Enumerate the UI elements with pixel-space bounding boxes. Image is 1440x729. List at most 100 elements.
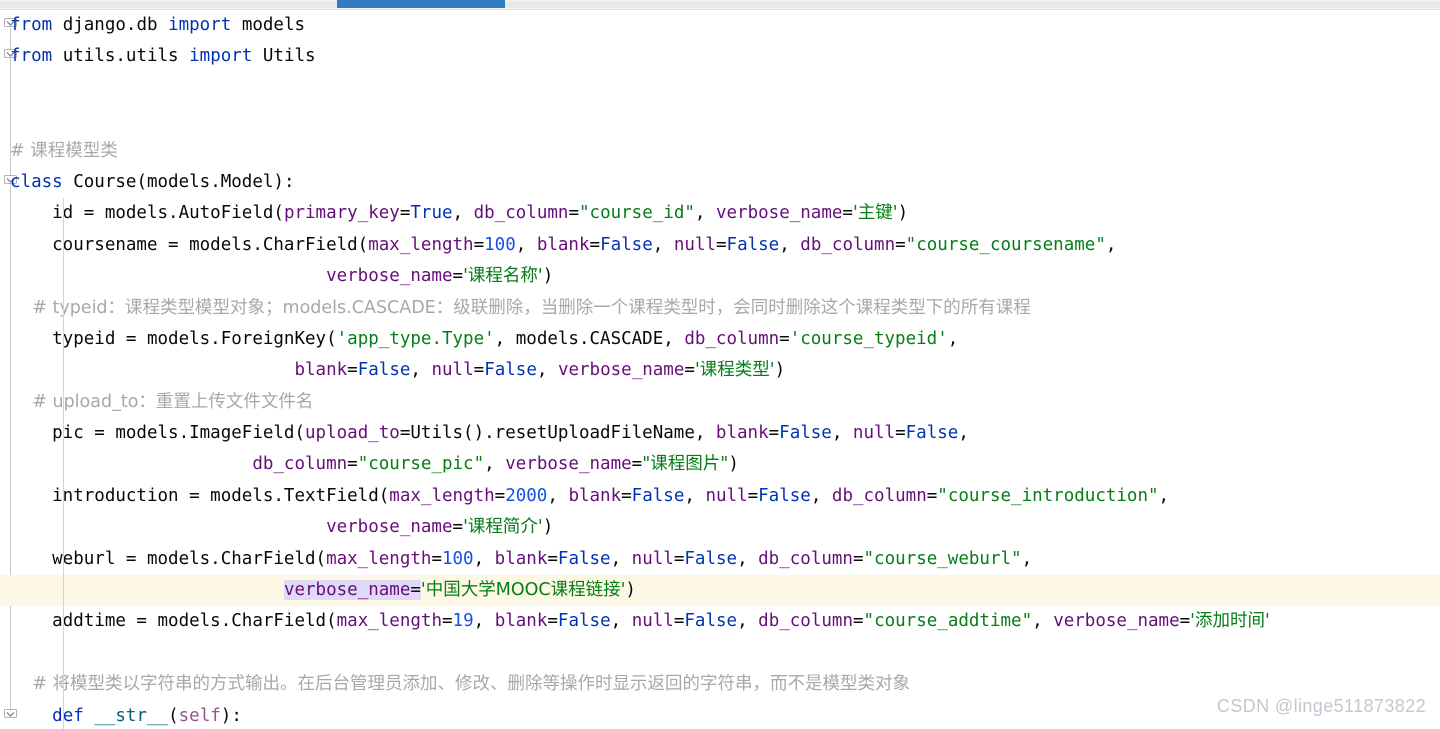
code-token: class	[10, 171, 63, 192]
code-line[interactable]: typeid = models.ForeignKey('app_type.Typ…	[0, 323, 1440, 356]
code-token: =	[926, 485, 938, 506]
indent-guide	[63, 606, 64, 638]
code-token: db_column	[252, 454, 348, 475]
code-token: 2000	[505, 485, 548, 506]
code-line[interactable]	[0, 104, 1440, 135]
code-token: False	[779, 423, 832, 444]
code-token: False	[600, 234, 653, 255]
code-token: False	[631, 485, 685, 506]
code-token: "课程图片"	[642, 454, 729, 475]
indent-guide	[63, 575, 64, 607]
code-line[interactable]: # 课程模型类	[0, 136, 1440, 167]
code-token: '课程简介'	[463, 517, 543, 538]
code-token: addtime = models.CharField(	[10, 611, 337, 632]
code-token: =	[852, 548, 864, 569]
indent-guide	[63, 637, 64, 670]
code-token: ,	[536, 360, 558, 381]
code-token: pic = models.ImageField(	[10, 423, 306, 444]
code-line[interactable]	[0, 73, 1440, 104]
code-token: ,	[1032, 611, 1054, 632]
code-line[interactable]: verbose_name='课程简介')	[0, 512, 1440, 544]
scrollbar-thumb[interactable]	[337, 0, 505, 8]
code-token: verbose_name	[1053, 611, 1180, 632]
code-line[interactable]: # upload_to：重置上传文件文件名	[0, 386, 1440, 419]
code-token: null	[852, 423, 896, 444]
code-token: id = models.AutoField(	[10, 203, 284, 224]
code-token: )	[542, 266, 554, 287]
code-line[interactable]: id = models.AutoField(primary_key=True, …	[0, 198, 1440, 230]
code-token: )	[542, 517, 554, 538]
code-token: db_column	[758, 611, 853, 632]
code-token: =	[399, 203, 411, 224]
code-token: max_length	[368, 234, 474, 255]
code-token: =	[779, 328, 790, 349]
code-line[interactable]: db_column="course_pic", verbose_name="课程…	[0, 449, 1440, 481]
code-token: ,	[410, 360, 432, 381]
code-token: =	[895, 423, 906, 444]
code-token: , models.CASCADE,	[494, 328, 685, 349]
code-token: utils.utils	[52, 46, 190, 67]
code-token: ,	[1105, 234, 1117, 255]
horizontal-scrollbar[interactable]	[0, 0, 1440, 10]
scrollbar-track[interactable]	[0, 1, 1440, 8]
code-line[interactable]: weburl = models.CharField(max_length=100…	[0, 543, 1440, 576]
code-token: ,	[484, 454, 506, 475]
code-token: )	[625, 580, 636, 601]
code-token: verbose_name	[326, 517, 453, 538]
code-token: Course(models.Model):	[62, 171, 295, 192]
code-token: =	[673, 611, 685, 632]
code-line[interactable]: verbose_name='中国大学MOOC课程链接')	[0, 575, 1440, 607]
code-line[interactable]: # typeid：课程类型模型对象；models.CASCADE：级联删除，当删…	[0, 292, 1440, 324]
code-token: =	[441, 611, 453, 632]
code-token: False	[684, 548, 738, 569]
code-token: =	[852, 611, 864, 632]
code-token: upload_to	[305, 423, 400, 444]
code-token: introduction = models.TextField(	[10, 485, 390, 506]
watermark-text: CSDN @linge511873822	[1216, 696, 1426, 716]
code-token: =	[589, 234, 601, 255]
code-line[interactable]: from utils.utils import Utils	[0, 41, 1440, 72]
code-token: db_column	[831, 485, 927, 506]
code-token: =	[568, 203, 579, 224]
code-line[interactable]: blank=False, null=False, verbose_name='课…	[0, 355, 1440, 387]
code-token: =	[452, 266, 464, 287]
code-token: ,	[452, 203, 474, 224]
code-line[interactable]: from django.db import models	[0, 10, 1440, 41]
code-token: )	[774, 360, 786, 381]
code-token: "course_coursename"	[905, 234, 1106, 255]
code-token: verbose_name	[283, 580, 411, 601]
code-token: db_column	[758, 548, 853, 569]
code-line[interactable]	[0, 637, 1440, 670]
code-token: ,	[547, 485, 569, 506]
code-content-area[interactable]: from django.db import models from utils.u…	[0, 10, 1440, 729]
code-token: null	[431, 360, 474, 381]
code-line[interactable]: verbose_name='课程名称')	[0, 261, 1440, 293]
code-token: primary_key	[283, 203, 400, 224]
code-line[interactable]: addtime = models.CharField(max_length=19…	[0, 606, 1440, 638]
code-token: ,	[831, 423, 853, 444]
code-token: =	[473, 234, 485, 255]
code-token: from	[10, 15, 53, 35]
code-token: =	[494, 485, 506, 506]
code-token: ,	[473, 611, 495, 632]
code-token: 19	[452, 611, 474, 632]
code-token: False	[357, 360, 411, 381]
indent-guide	[63, 229, 64, 262]
code-token: '课程类型'	[694, 360, 775, 381]
code-token: # upload_to：重置上传文件文件名	[10, 391, 314, 412]
code-token: False	[557, 611, 611, 632]
code-line[interactable]: pic = models.ImageField(upload_to=Utils(…	[0, 418, 1440, 450]
code-line[interactable]: coursename = models.CharField(max_length…	[0, 229, 1440, 262]
code-token: False	[726, 234, 780, 255]
code-line[interactable]: class Course(models.Model):	[0, 167, 1440, 198]
code-token: )	[897, 203, 909, 224]
code-token: =	[673, 548, 685, 569]
code-token: null	[631, 611, 674, 632]
code-token: =	[895, 234, 906, 255]
code-token: '添加时间'	[1190, 611, 1270, 632]
code-line[interactable]: introduction = models.TextField(max_leng…	[0, 480, 1440, 513]
code-token: =	[684, 360, 695, 381]
